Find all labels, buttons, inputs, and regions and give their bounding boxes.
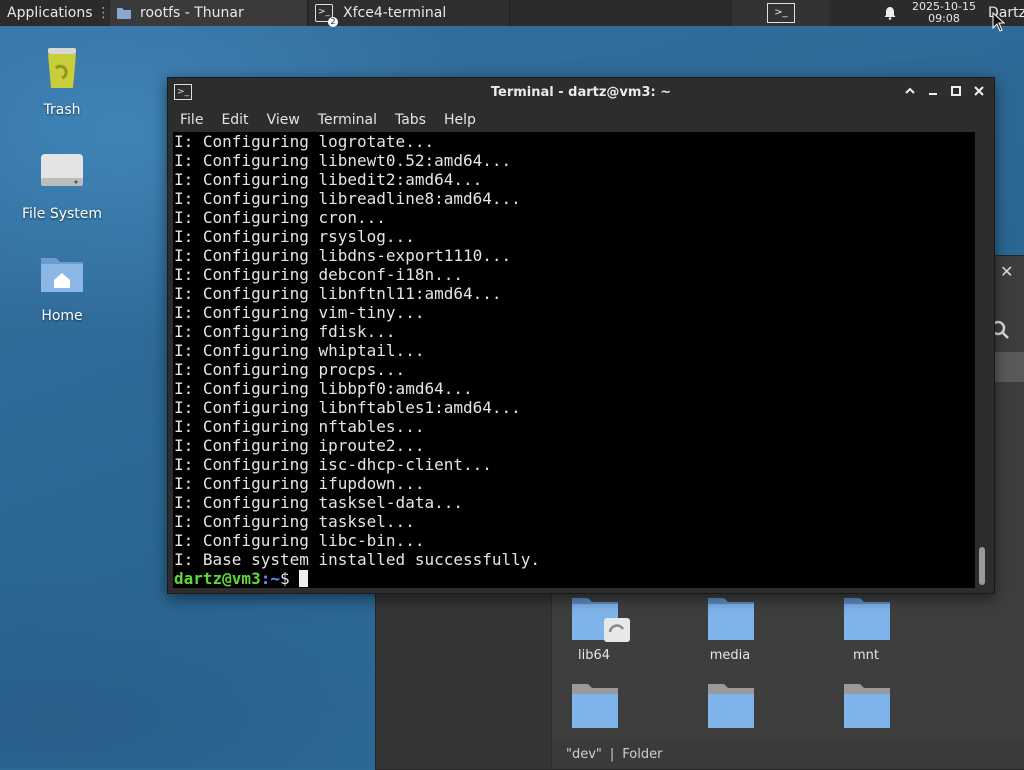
desktop-icon-file-system[interactable]: File System xyxy=(7,148,117,222)
output-line: I: Configuring nftables... xyxy=(174,417,425,436)
thunar-statusbar: "dev" | Folder xyxy=(552,739,1024,769)
output-line: I: Configuring whiptail... xyxy=(174,341,425,360)
output-line: I: Configuring tasksel-data... xyxy=(174,493,463,512)
close-icon xyxy=(974,86,984,96)
home-folder-icon xyxy=(41,258,83,292)
output-line: I: Configuring cron... xyxy=(174,208,386,227)
prompt-line: dartz@vm3:~$ xyxy=(174,569,309,588)
output-line: I: Configuring logrotate... xyxy=(174,132,435,151)
output-line: I: Configuring tasksel... xyxy=(174,512,415,531)
output-line: I: Configuring libreadline8:amd64... xyxy=(174,189,521,208)
status-separator: | xyxy=(609,746,615,762)
prompt-symbol: $ xyxy=(279,569,300,588)
notifications-button[interactable] xyxy=(878,0,902,26)
output-line: I: Configuring rsyslog... xyxy=(174,227,415,246)
output-line: I: Configuring debconf-i18n... xyxy=(174,265,463,284)
terminal-titlebar[interactable]: >_ Terminal - dartz@vm3: ~ xyxy=(168,78,994,108)
terminal-menubar: File Edit View Terminal Tabs Help xyxy=(168,108,994,132)
maximize-icon xyxy=(951,86,961,96)
close-button[interactable] xyxy=(970,84,988,102)
scrollbar-thumb[interactable] xyxy=(979,547,985,585)
output-line: I: Base system installed successfully. xyxy=(174,550,541,569)
terminal-icon: >_ xyxy=(767,3,795,23)
desktop-icon-label: File System xyxy=(21,206,103,222)
status-selection-type: Folder xyxy=(622,746,663,762)
output-line: I: Configuring fdisk... xyxy=(174,322,396,341)
menu-help[interactable]: Help xyxy=(444,112,476,128)
folder-label: media xyxy=(709,648,751,663)
applications-menu-button[interactable]: Applications ⋮ xyxy=(0,0,111,26)
folder-label: mnt xyxy=(853,648,879,663)
folder-icon xyxy=(708,684,754,728)
output-line: I: Configuring vim-tiny... xyxy=(174,303,425,322)
drive-icon xyxy=(41,154,83,186)
minimize-icon xyxy=(929,93,937,95)
output-line: I: Configuring iproute2... xyxy=(174,436,425,455)
thunar-path-field[interactable] xyxy=(995,352,1024,382)
output-line: I: Configuring ifupdown... xyxy=(174,474,425,493)
folder-icon xyxy=(844,684,890,728)
terminal-window: >_ Terminal - dartz@vm3: ~ File Edit Vie… xyxy=(167,77,995,594)
output-line: I: Configuring procps... xyxy=(174,360,406,379)
terminal-text: I: Configuring logrotate... I: Configuri… xyxy=(173,132,975,588)
folder-icon xyxy=(844,598,890,640)
desktop-icon-trash[interactable]: Trash xyxy=(7,44,117,118)
window-count-badge: 2 xyxy=(328,17,338,27)
output-line: I: Configuring isc-dhcp-client... xyxy=(174,455,492,474)
folder-icon xyxy=(708,598,754,640)
output-line: I: Configuring libedit2:amd64... xyxy=(174,170,483,189)
menu-edit[interactable]: Edit xyxy=(221,112,248,128)
prompt-path: :~ xyxy=(260,569,280,588)
folder-item[interactable] xyxy=(816,680,916,736)
output-line: I: Configuring libnftables1:amd64... xyxy=(174,398,521,417)
folder-item[interactable] xyxy=(680,680,780,736)
folder-item[interactable]: media xyxy=(680,594,780,663)
text-cursor xyxy=(299,570,309,587)
prompt-user: dartz@vm3 xyxy=(174,569,261,588)
output-line: I: Configuring libc-bin... xyxy=(174,531,425,550)
thunar-close-button[interactable]: ✕ xyxy=(1000,262,1013,281)
menu-tabs[interactable]: Tabs xyxy=(395,112,426,128)
bell-icon xyxy=(884,7,896,20)
applications-label: Applications xyxy=(7,5,93,21)
terminal-icon: >_ 2 xyxy=(315,4,338,27)
taskbar-item-thunar[interactable]: rootfs - Thunar xyxy=(110,0,308,26)
minimize-button[interactable] xyxy=(924,84,942,102)
panel-terminal-launcher[interactable]: >_ xyxy=(732,0,830,26)
folder-icon xyxy=(572,684,618,728)
output-line: I: Configuring libnewt0.52:amd64... xyxy=(174,151,512,170)
folder-icon xyxy=(117,8,131,19)
taskbar-item-label: rootfs - Thunar xyxy=(140,5,244,21)
trash-icon xyxy=(48,48,76,88)
folder-label: lib64 xyxy=(577,648,611,663)
terminal-scrollbar[interactable] xyxy=(976,132,988,588)
folder-item[interactable] xyxy=(544,680,644,736)
top-panel: Applications ⋮ rootfs - Thunar >_ 2 Xfce… xyxy=(0,0,1024,27)
roll-up-button[interactable] xyxy=(901,84,919,102)
panel-separator: ⋮ xyxy=(96,5,111,21)
output-line: I: Configuring libnftnl11:amd64... xyxy=(174,284,502,303)
desktop-icon-label: Home xyxy=(41,308,83,324)
folder-item[interactable]: lib64 xyxy=(544,594,644,663)
terminal-title: Terminal - dartz@vm3: ~ xyxy=(490,85,672,100)
menu-view[interactable]: View xyxy=(267,112,300,128)
clock-time: 09:08 xyxy=(928,12,960,25)
status-selection-name: "dev" xyxy=(566,746,602,762)
menu-terminal[interactable]: Terminal xyxy=(318,112,377,128)
folder-symlink-icon xyxy=(572,598,630,642)
output-line: I: Configuring libdns-export1110... xyxy=(174,246,512,265)
desktop-icon-label: Trash xyxy=(43,102,81,118)
panel-clock[interactable]: 2025-10-15 09:08 xyxy=(906,0,982,25)
chevron-up-icon xyxy=(905,87,915,94)
cursor-icon xyxy=(992,12,1006,32)
terminal-output[interactable]: I: Configuring logrotate... I: Configuri… xyxy=(173,132,975,588)
folder-item[interactable]: mnt xyxy=(816,594,916,663)
maximize-button[interactable] xyxy=(947,84,965,102)
desktop-icon-home[interactable]: Home xyxy=(7,250,117,324)
taskbar-item-label: Xfce4-terminal xyxy=(343,5,447,21)
menu-file[interactable]: File xyxy=(180,112,203,128)
taskbar-item-terminal[interactable]: >_ 2 Xfce4-terminal xyxy=(309,0,510,27)
output-line: I: Configuring libbpf0:amd64... xyxy=(174,379,473,398)
